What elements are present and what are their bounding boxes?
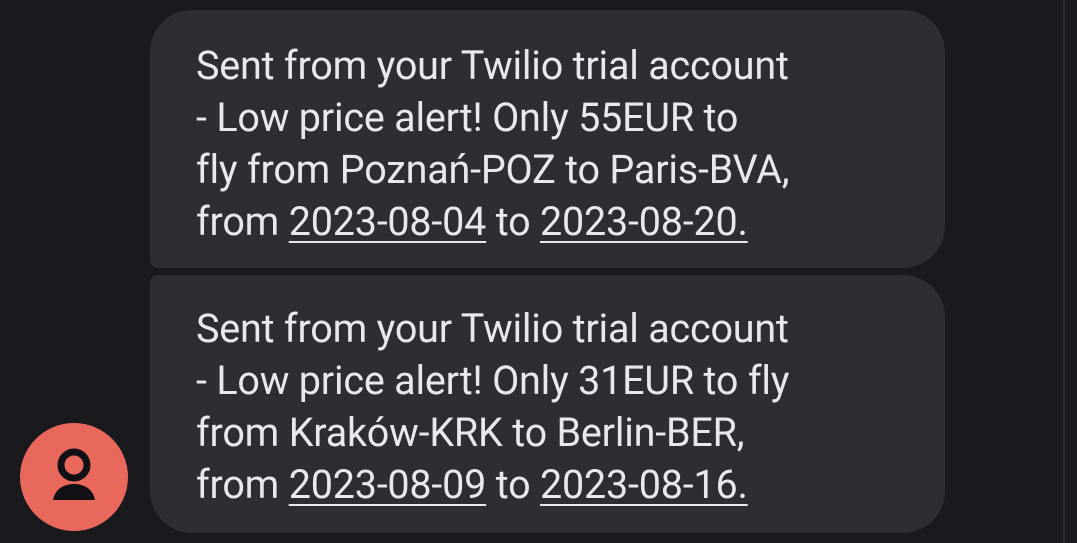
- from-text: from: [196, 461, 280, 508]
- message-thread: Sent from your Twilio trial account - Lo…: [0, 0, 1077, 543]
- from-text: from: [196, 198, 280, 245]
- end-date-link[interactable]: 2023-08-20.: [540, 198, 748, 245]
- message-line: Sent from your Twilio trial account: [196, 42, 789, 89]
- to-text: to: [495, 461, 531, 508]
- message-bubble[interactable]: Sent from your Twilio trial account - Lo…: [150, 275, 945, 533]
- message-line: fly from Poznań-POZ to Paris-BVA,: [196, 146, 790, 193]
- message-date-line: from 2023-08-04 to 2023-08-20.: [196, 196, 915, 248]
- start-date-link[interactable]: 2023-08-04: [289, 198, 487, 245]
- message-date-line: from 2023-08-09 to 2023-08-16.: [196, 459, 915, 511]
- message-line: - Low price alert! Only 31EUR to fly: [196, 357, 790, 404]
- to-text: to: [495, 198, 531, 245]
- sender-avatar[interactable]: [20, 423, 128, 531]
- message-line: Sent from your Twilio trial account: [196, 305, 789, 352]
- start-date-link[interactable]: 2023-08-09: [289, 461, 487, 508]
- scroll-edge: [1063, 0, 1065, 543]
- end-date-link[interactable]: 2023-08-16.: [540, 461, 748, 508]
- message-bubble[interactable]: Sent from your Twilio trial account - Lo…: [150, 10, 945, 268]
- message-line: - Low price alert! Only 55EUR to: [196, 94, 739, 141]
- message-line: from Kraków-KRK to Berlin-BER,: [196, 409, 745, 456]
- person-icon: [53, 448, 95, 500]
